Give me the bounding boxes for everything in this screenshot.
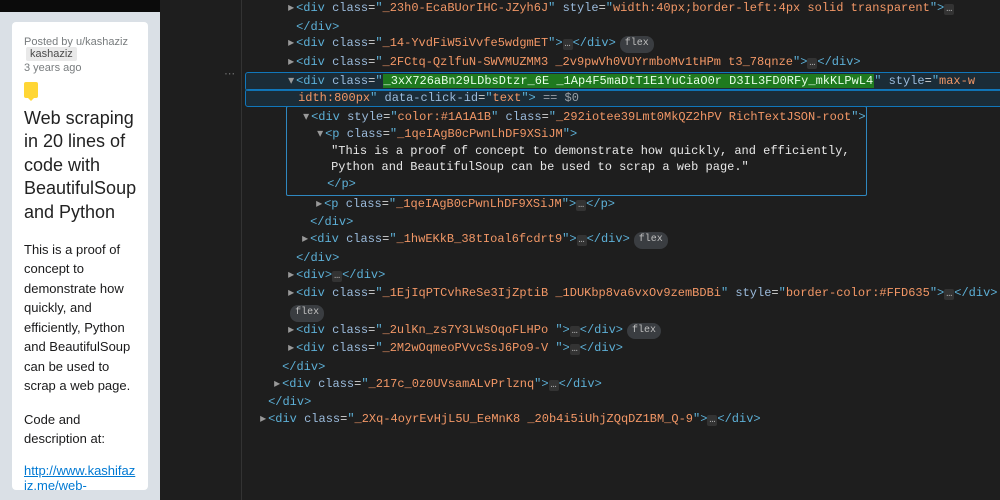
post-meta: Posted by u/kashaziz kashaziz [24,36,136,60]
post-age: 3 years ago [24,62,136,74]
dom-row[interactable]: ▸<div class="_2M2wOqmeoPVvcSsJ6Po9-V ">…… [246,340,1000,359]
dom-row[interactable]: ▸<p class="_1qeIAgB0cPwnLhDF9XSiJM">…</p… [246,196,1000,215]
dom-row[interactable]: ▸<div>…</div> [246,267,1000,286]
post-external-link[interactable]: http://www.kashifaziz.me/web-scraping-py… [24,463,136,490]
dom-row-close[interactable]: </div> [246,19,1000,36]
award-icon[interactable] [24,82,38,98]
reddit-post-card: Posted by u/kashaziz kashaziz 3 years ag… [12,22,148,490]
dom-row-close[interactable]: </div> [246,359,1000,376]
dom-row[interactable]: ▾<p class="_1qeIAgB0cPwnLhDF9XSiJM"> [287,126,866,143]
dom-tree[interactable]: ▸<div class="_23h0-EcaBUorIHC-JZyh6J" st… [242,0,1000,500]
gutter-overflow-icon[interactable]: ⋯ [224,67,235,84]
dom-text-node[interactable]: "This is a proof of concept to demonstra… [287,143,866,176]
dom-row[interactable]: ▸<div class="_217c_0z0UVsamALvPrlznq">…<… [246,376,1000,395]
flex-badge[interactable]: flex [627,323,661,340]
flex-badge[interactable]: flex [290,305,324,322]
devtools-gutter: ⋯ [160,0,242,500]
dom-selected-row-cont[interactable]: idth:800px" data-click-id="text"> == $0 [246,90,1000,107]
dom-row[interactable]: ▸<div class="_2FCtq-QzlfuN-SWVMUZMM3 _2v… [246,54,1000,73]
dom-row[interactable]: ▸<div class="_1hwEKkB_38tIoal6fcdrt9">…<… [246,231,1000,250]
dom-row[interactable]: ▸<div class="_1EjIqPTCvhReSe3IjZptiB _1D… [246,285,1000,304]
selected-subtree-box: ▾<div style="color:#1A1A1B" class="_292i… [286,106,867,196]
dom-row-close[interactable]: </div> [246,250,1000,267]
flex-badge[interactable]: flex [620,36,654,53]
devtools-elements-panel[interactable]: ⋯ ▸<div class="_23h0-EcaBUorIHC-JZyh6J" … [160,0,1000,500]
dom-row[interactable]: ▸<div class="_14-YvdFiW5iVvfe5wdgmET">…<… [246,35,1000,54]
page-header-strip [0,0,160,12]
dom-row[interactable]: flex [246,304,1000,322]
dom-row[interactable]: ▾<div style="color:#1A1A1B" class="_292i… [287,109,866,126]
dom-row-close[interactable]: </p> [287,176,866,193]
post-body-intro: Code and description at: [24,410,136,449]
dom-row[interactable]: ▸<div class="_23h0-EcaBUorIHC-JZyh6J" st… [246,0,1000,19]
post-title[interactable]: Web scraping in 20 lines of code with Be… [24,107,136,224]
post-body-paragraph: This is a proof of concept to demonstrat… [24,240,136,396]
selected-class-highlight: _3xX726aBn29LDbsDtzr_6E _1Ap4F5maDtT1E1Y… [383,74,875,88]
rendered-page-panel: Posted by u/kashaziz kashaziz 3 years ag… [0,0,160,500]
dom-row-close[interactable]: </div> [246,214,1000,231]
dom-row[interactable]: ▸<div class="_2Xq-4oyrEvHjL5U_EeMnK8 _20… [246,411,1000,430]
dom-row-close[interactable]: </div> [246,394,1000,411]
flex-badge[interactable]: flex [634,232,668,249]
dom-selected-row[interactable]: ▾<div class="_3xX726aBn29LDbsDtzr_6E _1A… [246,73,1000,90]
selection-eq0: == $0 [536,91,579,105]
author-badge[interactable]: kashaziz [26,47,77,61]
author-link[interactable]: u/kashaziz [76,36,128,48]
dom-row[interactable]: ▸<div class="_2ulKn_zs7Y3LWsOqoFLHPo ">…… [246,322,1000,341]
